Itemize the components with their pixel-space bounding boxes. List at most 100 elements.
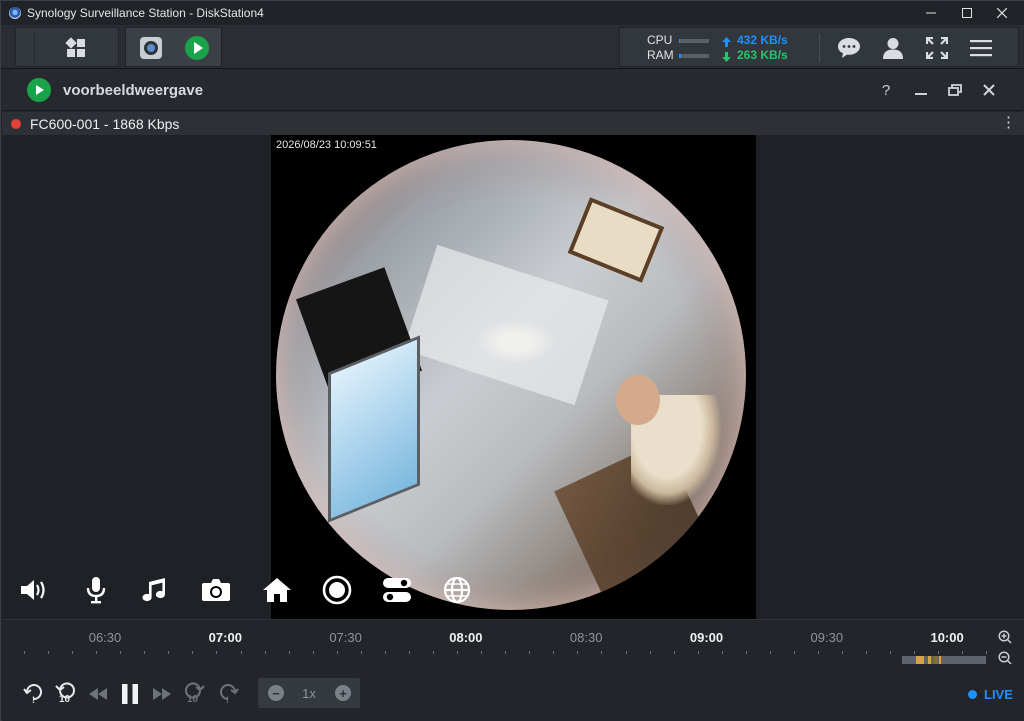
timeline-tick [577, 651, 579, 654]
timeline-tick [914, 651, 916, 654]
microphone-icon[interactable] [79, 573, 113, 607]
timeline-tick [360, 651, 362, 654]
apps-icon[interactable] [60, 28, 92, 68]
panel-minimize-icon[interactable] [911, 80, 931, 100]
timeline-tick [120, 651, 122, 654]
video-timestamp: 2026/08/23 10:09:51 [276, 139, 377, 151]
timeline-tick [24, 651, 25, 654]
timeline-tick [457, 651, 459, 654]
timeline-label: 09:30 [810, 630, 844, 645]
main-menu-group [15, 27, 119, 67]
chat-icon[interactable] [834, 33, 864, 63]
timeline-tick [72, 651, 74, 654]
timeline-label: 08:30 [569, 630, 603, 645]
volume-icon[interactable] [17, 573, 51, 607]
menu-icon[interactable] [966, 33, 996, 63]
app-window: Synology Surveillance Station - DiskStat… [0, 0, 1024, 721]
next-event-icon[interactable]: ! [216, 682, 240, 706]
timeline-tick [866, 651, 868, 654]
cpu-bar [679, 39, 709, 43]
audio-music-icon[interactable] [137, 573, 171, 607]
timeline-label: 10:00 [930, 630, 964, 645]
cpu-bar-fill [679, 39, 680, 43]
live-button[interactable]: LIVE [968, 687, 1013, 702]
ram-label: RAM [647, 48, 674, 62]
timeline-tick [481, 651, 483, 654]
timeline-tick [553, 651, 555, 654]
timeline-tick [433, 651, 435, 654]
recording-status-dot [11, 119, 21, 129]
timeline-tick [96, 651, 98, 654]
panel-restore-icon[interactable] [945, 80, 965, 100]
live-view-panel-header: voorbeeldweergave ? [2, 69, 1024, 111]
timeline-label: 08:00 [449, 630, 483, 645]
live-view-icon[interactable] [181, 28, 213, 68]
ram-bar-fill [679, 54, 681, 58]
skip-back-10-icon[interactable]: 10 [54, 682, 78, 706]
speed-increase-button[interactable]: + [335, 685, 351, 701]
timeline-tick [216, 651, 218, 654]
performance-widget: CPU RAM 432 KB/s 263 KB/s [619, 27, 1019, 67]
previous-event-icon[interactable]: ! [22, 682, 46, 706]
download-arrow-icon [722, 49, 731, 67]
wall-board [567, 197, 665, 283]
timeline-tick [625, 651, 627, 654]
skip-forward-label: 10 [187, 694, 199, 705]
snapshot-camera-icon[interactable] [199, 573, 233, 607]
timeline-tick [312, 651, 314, 654]
more-options-icon[interactable]: ⋮ [1001, 114, 1016, 132]
timeline-tick [842, 651, 844, 654]
surveillance-app-icon [9, 7, 21, 19]
timeline-tick [817, 651, 819, 654]
timeline-tick [505, 651, 507, 654]
record-icon[interactable] [320, 573, 354, 607]
timeline-label: 06:30 [88, 630, 122, 645]
playback-controls: ! 10 10 ! − 1x + LIVE [2, 664, 1024, 721]
timeline-tick [408, 651, 410, 654]
ram-bar [679, 54, 709, 58]
timeline-tick [240, 651, 242, 654]
timeline[interactable]: 06:30 07:00 07:30 08:00 08:30 09:00 09:30 10:00 [2, 619, 1024, 668]
rewind-icon[interactable] [86, 682, 110, 706]
speed-decrease-button[interactable]: − [268, 685, 284, 701]
timeline-tick [168, 651, 170, 654]
dewarp-globe-icon[interactable] [440, 573, 474, 607]
live-view-panel-icon [27, 78, 51, 102]
timeline-tick [192, 651, 194, 654]
open-apps-group [125, 27, 222, 67]
timeline-tick [697, 651, 699, 654]
home-position-icon[interactable] [260, 573, 294, 607]
timeline-tick [938, 651, 940, 654]
fast-forward-icon[interactable] [150, 682, 174, 706]
cpu-label: CPU [647, 33, 673, 47]
toggle-settings-icon[interactable] [380, 573, 414, 607]
person-head [616, 375, 660, 425]
svg-text:!: ! [226, 695, 229, 705]
timeline-tick [745, 651, 747, 654]
timeline-tick [264, 651, 266, 654]
upload-rate: 432 KB/s [737, 33, 788, 47]
camera-info-bar: FC600-001 - 1868 Kbps ⋮ [2, 112, 1024, 135]
timeline-zoom-in-icon[interactable] [997, 629, 1013, 645]
window-title: Synology Surveillance Station - DiskStat… [27, 6, 264, 20]
skip-forward-10-icon[interactable]: 10 [182, 682, 206, 706]
live-indicator-dot [968, 690, 977, 699]
pause-icon[interactable] [118, 682, 142, 706]
svg-text:!: ! [32, 695, 35, 705]
camera-feed[interactable] [271, 135, 756, 619]
user-icon[interactable] [878, 33, 908, 63]
fullscreen-icon[interactable] [922, 33, 952, 63]
timeline-tick [288, 651, 290, 654]
playback-speed-value: 1x [302, 686, 316, 701]
camera-icon[interactable] [136, 28, 166, 68]
timeline-tick [986, 651, 988, 654]
panel-close-icon[interactable] [979, 80, 999, 100]
close-window-icon[interactable] [979, 1, 1024, 25]
timeline-tick [793, 651, 795, 654]
timeline-tick [649, 651, 651, 654]
timeline-tick [336, 651, 338, 654]
timeline-tick [769, 651, 771, 654]
skip-back-label: 10 [59, 694, 71, 705]
live-label: LIVE [984, 687, 1013, 702]
help-icon[interactable]: ? [876, 80, 896, 100]
